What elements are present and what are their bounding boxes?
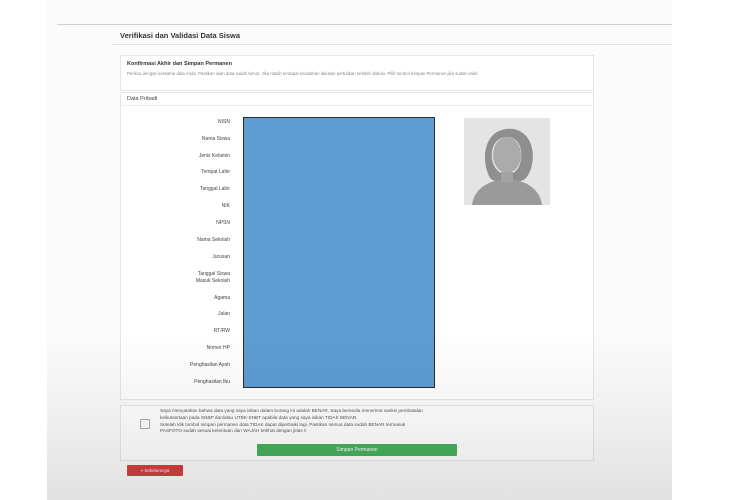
label-nik: NIK — [221, 203, 230, 209]
user-silhouette-icon — [464, 118, 550, 205]
label-masuk-sekolah: Masuk Sekolah — [195, 278, 230, 284]
label-tempat-lahir: Tempat Lahir — [201, 169, 230, 175]
agreement-line-2: keikutsertaan pada SNBP dan/atau UTBK-SN… — [160, 414, 358, 420]
previous-button[interactable]: « Sebelumnya — [127, 465, 183, 476]
label-penghasilan-ayah: Penghasilan Ayah — [190, 362, 230, 368]
label-rt-rw: RT/RW — [213, 328, 230, 334]
agreement-checkbox[interactable] — [140, 419, 150, 429]
label-penghasilan-ibu: Penghasilan Ibu — [194, 379, 230, 385]
personal-data-title: Data Pribadi — [127, 96, 158, 102]
agreement-line-3: Setelah klik tombol simpan permanen data… — [160, 421, 406, 427]
personal-data-header: Data Pribadi — [121, 93, 593, 106]
top-divider — [57, 24, 672, 25]
label-agama: Agama — [214, 295, 230, 301]
agreement-text: Saya menyatakan bahwa data yang saya isi… — [160, 408, 580, 435]
label-tanggal-lahir: Tanggal Lahir — [199, 186, 230, 192]
label-jenis-kelamin: Jenis Kelamin — [198, 153, 230, 159]
agreement-line-4: PASFOTO sudah sesuai ketentuan dan WAJAH… — [160, 428, 307, 434]
confirm-title: Konfirmasi Akhir dan Simpan Permanen — [127, 61, 232, 67]
title-divider — [112, 44, 672, 45]
label-nomor-hp: Nomor HP — [206, 345, 230, 351]
save-permanent-button[interactable]: Simpan Permanen — [257, 444, 457, 456]
profile-photo — [464, 118, 550, 205]
label-jurusan: Jurusan — [212, 254, 230, 260]
masked-values-block — [243, 117, 435, 388]
label-nama-sekolah: Nama Sekolah — [197, 237, 230, 243]
label-tanggal-siswa: Tanggal Siswa — [197, 271, 230, 277]
confirm-text: Periksa dengan seksama data Anda. Pastik… — [127, 71, 479, 76]
label-npsn: NPSN — [216, 220, 230, 226]
page-title: Verifikasi dan Validasi Data Siswa — [120, 31, 241, 40]
agreement-line-1: Saya menyatakan bahwa data yang saya isi… — [160, 408, 423, 413]
label-nisn: NISN — [218, 119, 230, 125]
label-jalan: Jalan — [218, 311, 230, 317]
label-nama-siswa: Nama Siswa — [201, 136, 230, 142]
confirm-panel: Konfirmasi Akhir dan Simpan Permanen Per… — [120, 55, 594, 91]
